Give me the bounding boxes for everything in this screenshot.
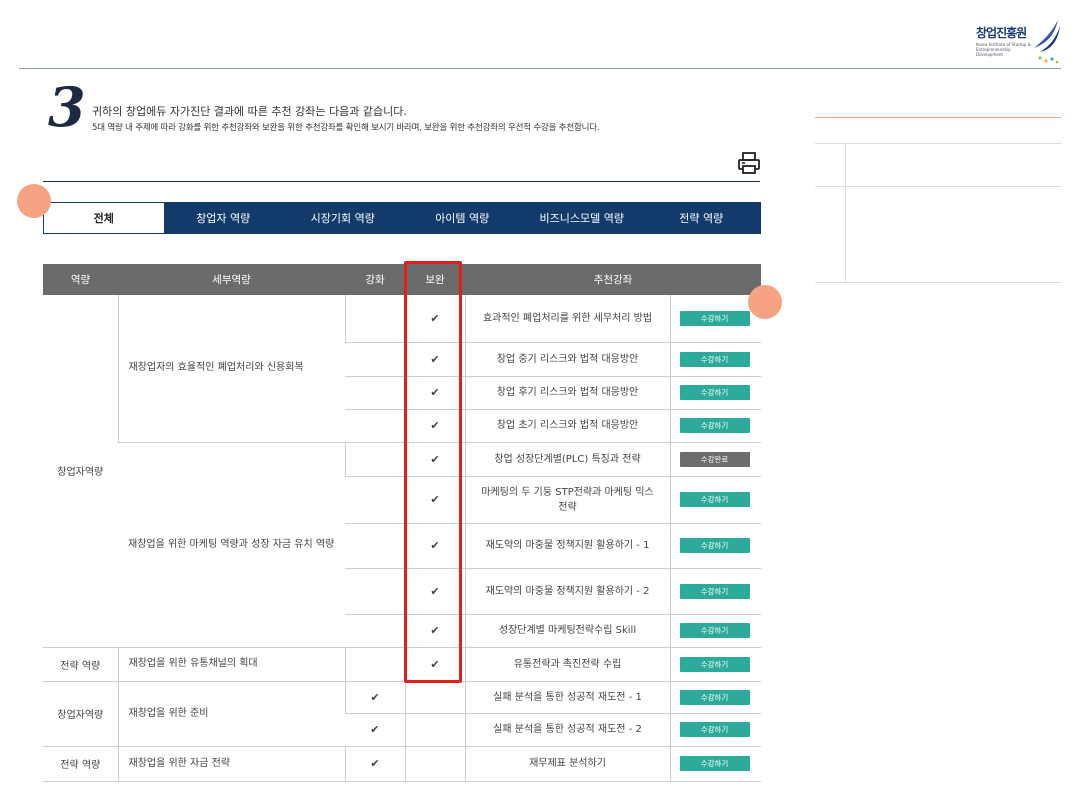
detail-cell: 재창업을 위한 마케팅 역량과 성장 자금 유치 역량 — [118, 442, 345, 648]
table-row: 전략 역량 재창업을 위한 유통채널의 획대 ✔ 유통전략과 촉진전략 수립 수… — [43, 647, 762, 682]
table-row: 재창업을 위한 마케팅 역량과 성장 자금 유치 역량 ✔ 창업 성장단계별(P… — [43, 442, 762, 648]
supplement-check — [404, 713, 465, 747]
enroll-button[interactable]: 수강하기 — [679, 492, 750, 507]
header-competency: 역량 — [43, 264, 118, 295]
strengthen-check — [345, 614, 405, 648]
enroll-button[interactable]: 수강하기 — [679, 351, 750, 367]
strengthen-check — [344, 295, 405, 343]
annotation-dot — [748, 285, 782, 319]
strengthen-check — [345, 342, 405, 377]
header-detail: 세부역량 — [118, 264, 345, 295]
logo-text: 창업진흥원 — [976, 26, 1027, 40]
enroll-button[interactable]: 수강하기 — [679, 756, 750, 771]
course-title: 재도약의 마중물 정책지원 활용하기 - 2 — [464, 568, 670, 615]
enroll-button[interactable]: 수강하기 — [679, 538, 750, 553]
enroll-button[interactable]: 수강하기 — [679, 722, 750, 737]
supplement-column-highlight — [404, 261, 462, 683]
tab-item[interactable]: 아이템 역량 — [403, 202, 523, 234]
detail-cell: 재창업을 위한 유통채널의 획대 — [117, 647, 345, 682]
strengthen-check — [345, 476, 405, 524]
tab-strategy[interactable]: 전략 역량 — [642, 202, 762, 234]
enroll-button[interactable]: 수강하기 — [679, 656, 750, 672]
strengthen-check — [345, 568, 405, 615]
competency-cell: 창업자역량 — [43, 295, 118, 648]
side-panel-accent — [815, 117, 1061, 118]
table-row: 창업자역량 재창업자의 효율적인 폐업처리와 신용회복 ✔ 효과적인 폐업처리를… — [43, 295, 762, 648]
strengthen-check — [344, 647, 405, 682]
detail-cell: 재창업을 위한 자금 전략 — [117, 746, 345, 782]
strengthen-check — [345, 376, 405, 410]
header-course: 추천강좌 — [465, 264, 762, 295]
tab-business-model[interactable]: 비즈니스모델 역량 — [522, 202, 642, 234]
course-title: 성장단계별 마케팅전략수립 Skill — [464, 614, 670, 648]
course-title: 창업 중기 리스크와 법적 대응방안 — [464, 342, 670, 377]
detail-cell: 재창업자의 효율적인 폐업처리와 신용회복 — [117, 295, 345, 443]
logo-subtitle: Korea Institute of Startup & Entrepreneu… — [976, 42, 1031, 57]
table-row: 창업자역량 재창업을 위한 준비 ✔ 실패 분석을 통한 성공적 재도전 - 1… — [43, 681, 762, 747]
strengthen-check-icon: ✔ — [345, 713, 405, 747]
intro-heading: 귀하의 창업에듀 자가진단 결과에 따른 추천 강좌는 다음과 같습니다. — [92, 105, 407, 118]
tab-all[interactable]: 전체 — [43, 202, 164, 234]
print-icon[interactable] — [737, 151, 761, 175]
course-title: 창업 후기 리스크와 법적 대응방안 — [464, 376, 670, 410]
brand-logo[interactable]: 창업진흥원 Korea Institute of Startup & Entre… — [976, 18, 1062, 66]
enroll-button[interactable]: 수강하기 — [679, 689, 750, 705]
strengthen-check — [345, 409, 405, 443]
competency-cell: 전략 역량 — [43, 746, 118, 782]
strengthen-check-icon: ✔ — [344, 746, 405, 782]
table-header-row: 역량 세부역량 강화 보완 추천강좌 — [43, 264, 762, 295]
course-title: 효과적인 폐업처리를 위한 세무처리 방법 — [464, 295, 670, 343]
course-title: 마케팅의 두 기둥 STP전략과 마케팅 믹스전략 — [464, 476, 670, 524]
competency-tabs: 전체 창업자 역량 시장기회 역량 아이템 역량 비즈니스모델 역량 전략 역량 — [43, 202, 761, 234]
section-divider — [43, 181, 760, 182]
detail-cell: 재창업을 위한 준비 — [117, 681, 345, 747]
side-panel-divider — [845, 143, 846, 282]
logo-swoosh-icon — [1034, 20, 1060, 64]
course-title: 실패 분석을 통한 성공적 재도전 - 1 — [464, 681, 670, 714]
enroll-button[interactable]: 수강하기 — [679, 385, 750, 400]
recommendation-table: 역량 세부역량 강화 보완 추천강좌 창업자역량 재창업자의 효율적인 폐업처리… — [43, 264, 762, 782]
side-panel-rule — [815, 143, 1061, 144]
course-title: 창업 성장단계별(PLC) 특징과 전략 — [464, 442, 670, 477]
side-panel-rule — [815, 186, 1061, 187]
enroll-button[interactable]: 수강하기 — [679, 418, 750, 433]
course-title: 창업 초기 리스크와 법적 대응방안 — [464, 409, 670, 443]
header-divider — [19, 68, 1061, 69]
strengthen-check — [344, 442, 405, 477]
step-number: 3 — [48, 75, 86, 139]
header-strengthen: 강화 — [345, 264, 405, 295]
supplement-check — [404, 746, 465, 782]
enroll-button[interactable]: 수강하기 — [679, 310, 750, 326]
intro-description: 5대 역량 내 주제에 따라 강화를 위한 추천강좌와 보완을 위한 추천강좌를… — [92, 123, 600, 133]
strengthen-check — [345, 523, 405, 569]
enroll-button[interactable]: 수강하기 — [679, 623, 750, 638]
course-title: 재무제표 분석하기 — [464, 746, 670, 782]
enroll-button[interactable]: 수강하기 — [679, 583, 750, 599]
side-panel-rule — [815, 282, 1061, 283]
strengthen-check-icon: ✔ — [344, 681, 405, 714]
competency-cell: 창업자역량 — [43, 681, 118, 747]
tab-market[interactable]: 시장기회 역량 — [283, 202, 403, 234]
annotation-dot — [17, 184, 51, 218]
page: 창업진흥원 Korea Institute of Startup & Entre… — [0, 0, 1080, 810]
course-title: 재도약의 마중물 정책지원 활용하기 - 1 — [464, 523, 670, 569]
course-title: 유통전략과 촉진전략 수립 — [464, 647, 670, 682]
table-row: 전략 역량 재창업을 위한 자금 전략 ✔ 재무제표 분석하기 수강하기 — [43, 746, 762, 782]
supplement-check — [404, 681, 465, 714]
course-title: 실패 분석을 통한 성공적 재도전 - 2 — [464, 713, 670, 747]
competency-cell: 전략 역량 — [43, 647, 118, 682]
tab-founder[interactable]: 창업자 역량 — [164, 202, 284, 234]
completed-button[interactable]: 수강완료 — [679, 451, 750, 467]
